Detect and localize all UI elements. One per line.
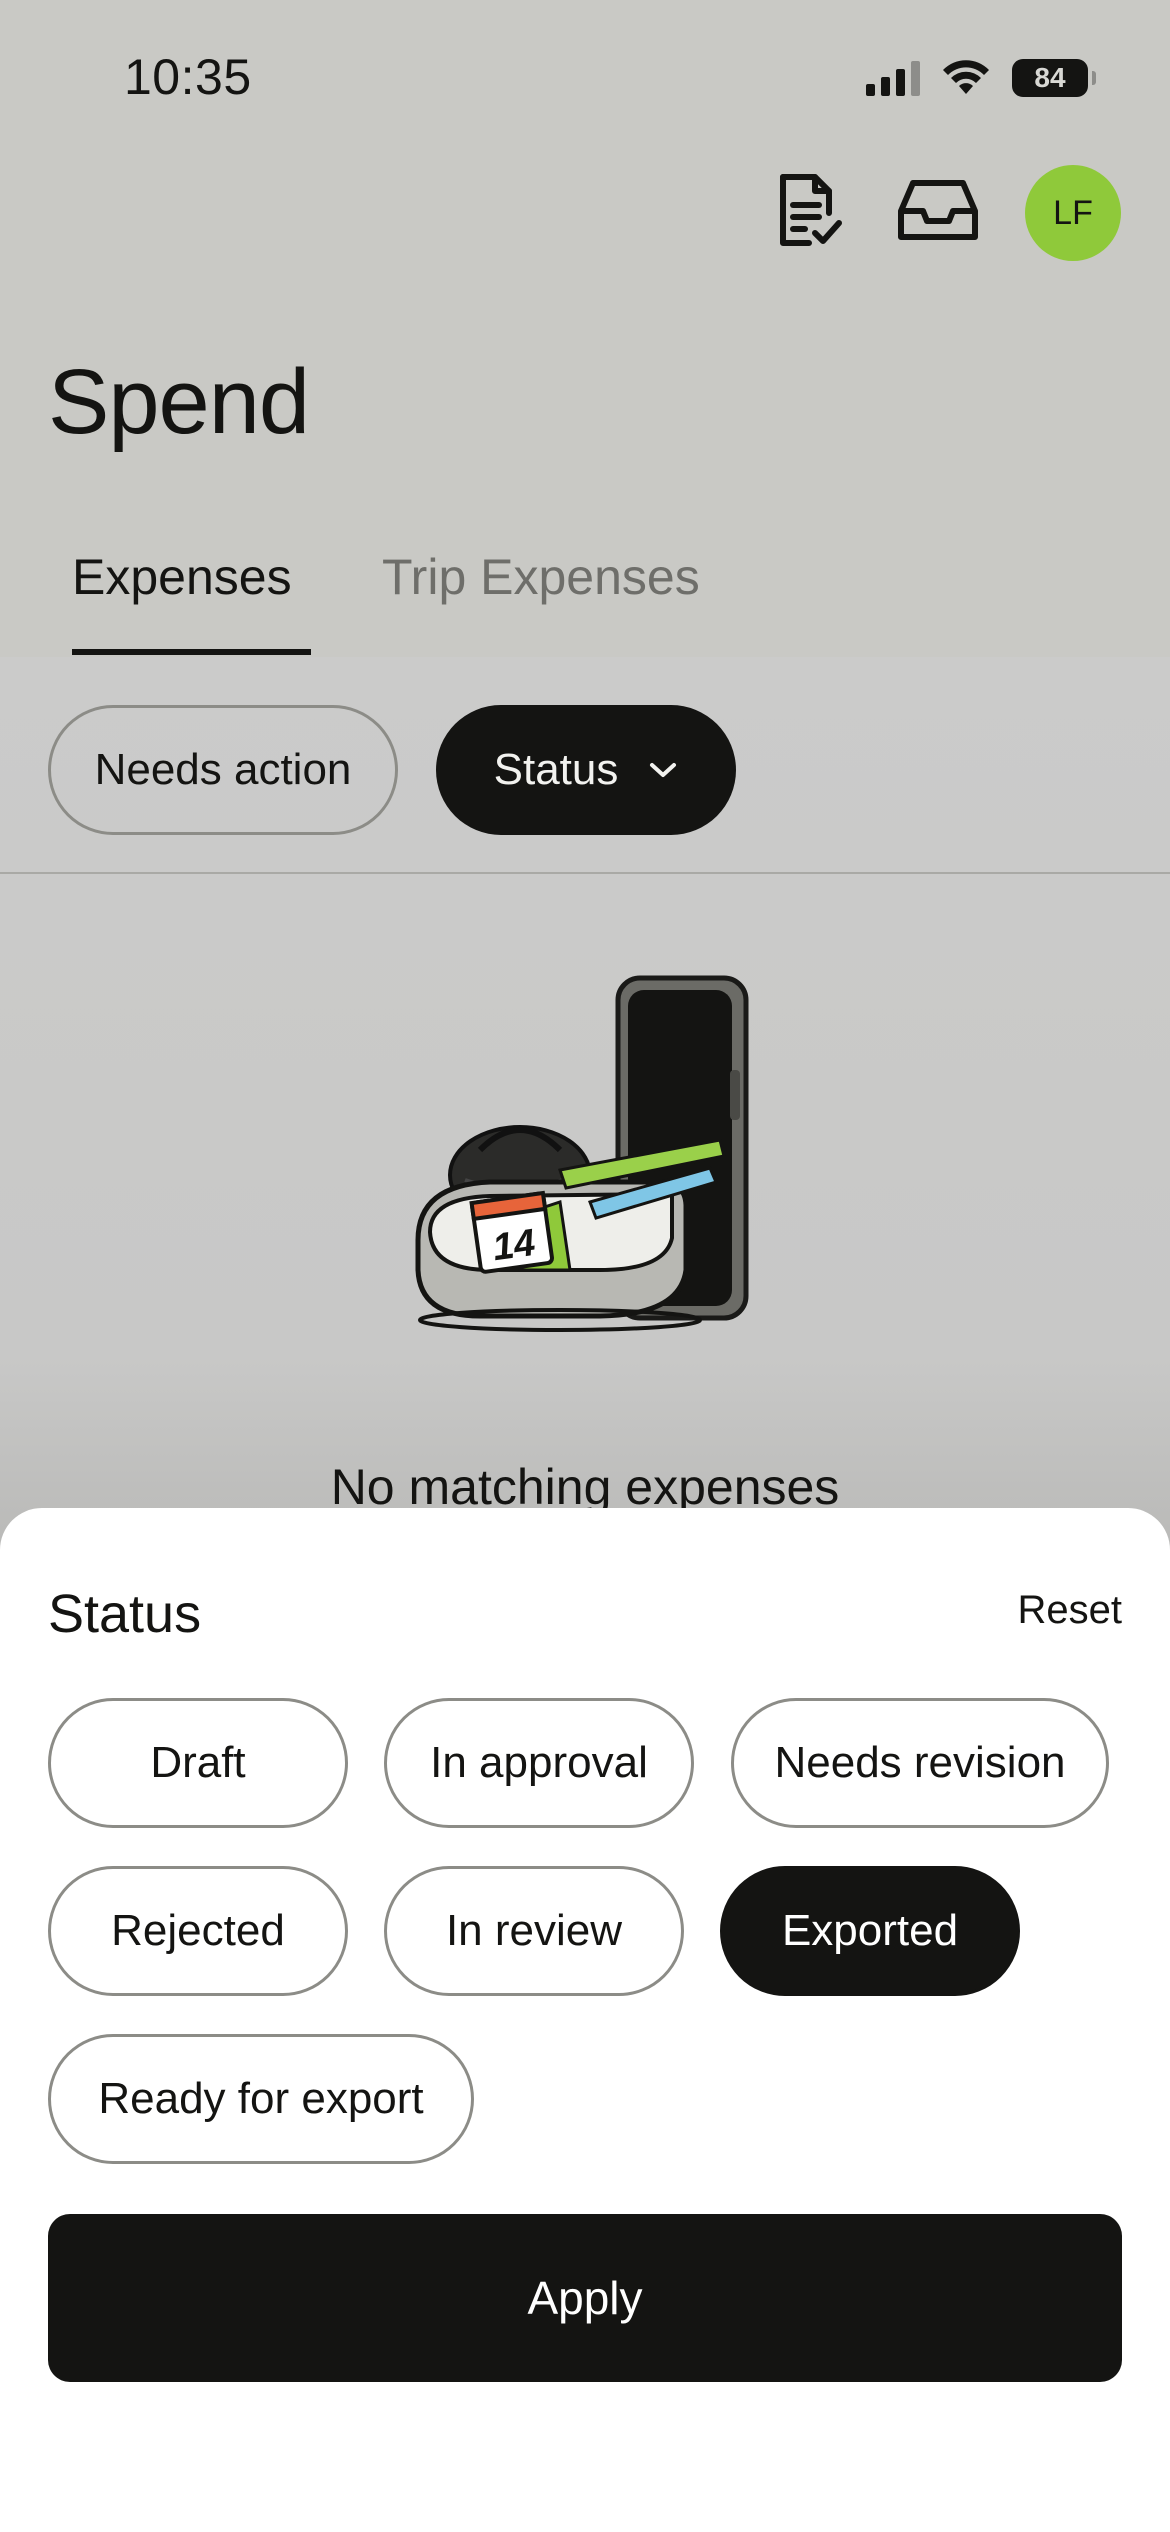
screen: 10:35 84 LF Spend Expenses Trip Expenses… <box>0 0 1170 2532</box>
status-time: 10:35 <box>124 49 252 105</box>
tab-trip-expenses[interactable]: Trip Expenses <box>382 548 700 606</box>
empty-state-illustration: 14 <box>415 975 749 1332</box>
status-filter[interactable]: Status <box>436 705 736 835</box>
status-option-in-approval[interactable]: In approval <box>384 1698 694 1828</box>
needs-action-filter[interactable]: Needs action <box>48 705 398 835</box>
battery-level: 84 <box>1034 62 1066 93</box>
status-option-exported[interactable]: Exported <box>720 1866 1020 1996</box>
status-option-rejected[interactable]: Rejected <box>48 1866 348 1996</box>
status-option-in-review[interactable]: In review <box>384 1866 684 1996</box>
reset-button[interactable]: Reset <box>1018 1588 1123 1633</box>
status-filter-label: Status <box>493 745 619 794</box>
status-bottom-sheet: Status Reset Draft In approval Needs rev… <box>0 1508 1170 2532</box>
signal-icon <box>866 60 920 96</box>
status-option-needs-revision[interactable]: Needs revision <box>731 1698 1109 1828</box>
status-icons: 84 <box>866 56 1096 100</box>
active-tab-indicator <box>72 649 311 655</box>
battery-icon: 84 <box>1012 59 1096 97</box>
apply-button[interactable]: Apply <box>48 2214 1122 2382</box>
tab-expenses[interactable]: Expenses <box>72 548 292 606</box>
avatar[interactable]: LF <box>1025 165 1121 261</box>
sheet-title: Status <box>48 1584 202 1644</box>
inbox-icon[interactable] <box>896 168 980 252</box>
status-option-ready-for-export[interactable]: Ready for export <box>48 2034 474 2164</box>
receipt-check-icon[interactable] <box>768 168 852 252</box>
needs-action-label: Needs action <box>94 745 352 794</box>
page-title: Spend <box>48 351 310 453</box>
wifi-icon <box>943 60 989 94</box>
calendar-day: 14 <box>490 1222 538 1269</box>
avatar-initials: LF <box>1053 193 1093 232</box>
divider <box>0 872 1170 874</box>
chevron-down-icon <box>650 763 677 777</box>
status-option-draft[interactable]: Draft <box>48 1698 348 1828</box>
